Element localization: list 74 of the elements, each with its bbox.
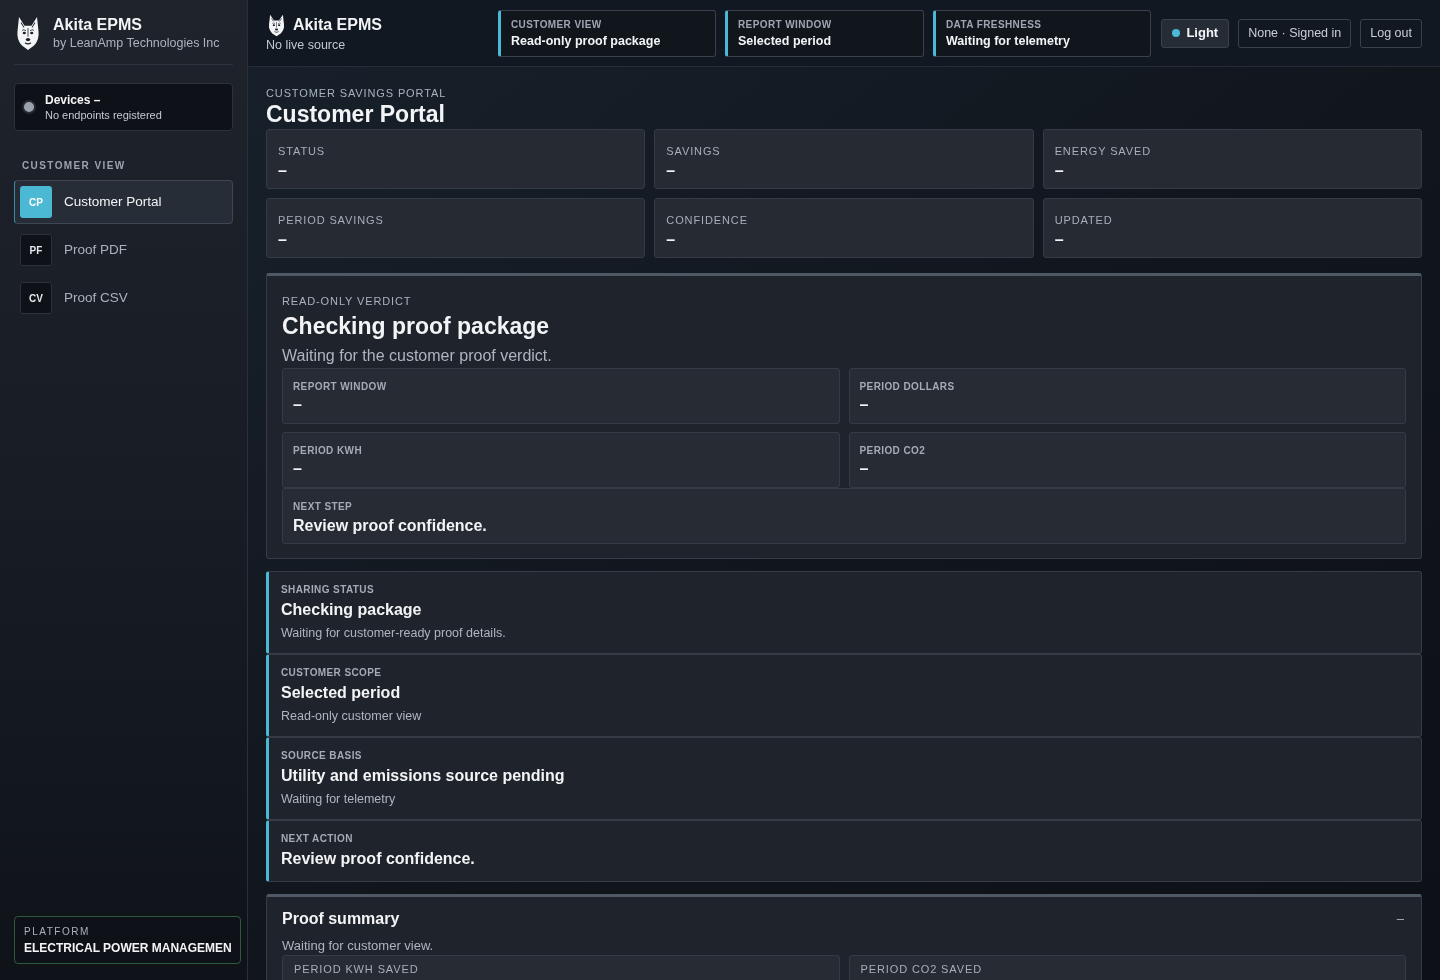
nav-badge: PF [20, 234, 52, 266]
brand-subtitle: by LeanAmp Technologies Inc [53, 35, 220, 51]
header-title: Akita EPMS [293, 15, 382, 35]
field-value: – [293, 395, 303, 415]
verdict-title: Checking proof package [282, 312, 551, 341]
field-label: PERIOD KWH SAVED [294, 963, 420, 975]
session-button[interactable]: None · Signed in [1238, 18, 1352, 48]
stat-label: SAVINGS [666, 144, 722, 158]
field-label: PERIOD CO2 SAVED [860, 963, 983, 975]
status-title: Review proof confidence. [281, 849, 476, 869]
field-value: – [293, 459, 303, 479]
nav-label: Customer Portal [64, 192, 162, 211]
status-detail: Read-only customer view [281, 708, 423, 724]
stat-value: – [666, 161, 677, 181]
nav-item[interactable]: CP Customer Portal [14, 180, 233, 224]
stat-label: STATUS [278, 144, 327, 158]
stat-label: ENERGY SAVED [1054, 144, 1152, 158]
summary-title: Proof summary [282, 909, 400, 929]
platform-value: ELECTRICAL POWER MANAGEMEN [24, 940, 233, 956]
stat-value: – [278, 230, 288, 250]
chip-value: Selected period [738, 32, 833, 49]
brand-title: Akita EPMS [53, 15, 143, 35]
devices-subtitle: No endpoints registered [45, 107, 162, 123]
stat-value: – [1054, 161, 1065, 181]
nav-item[interactable]: CV Proof CSV [14, 276, 233, 320]
stat-value: – [278, 161, 288, 181]
dog-head-icon [268, 13, 285, 37]
verdict-eyebrow: READ-ONLY VERDICT [282, 294, 413, 308]
verdict-description: Waiting for the customer proof verdict. [282, 346, 553, 366]
dog-head-icon [16, 15, 40, 51]
status-dot-icon [1172, 29, 1181, 37]
status-title: Utility and emissions source pending [281, 766, 566, 786]
stat-label: UPDATED [1054, 213, 1114, 227]
nav-label: Proof PDF [64, 240, 128, 259]
status-title: Selected period [281, 683, 402, 703]
chip-label: REPORT WINDOW [738, 17, 833, 31]
status-label: CUSTOMER SCOPE [281, 667, 383, 679]
status-dot-icon [22, 100, 36, 114]
field-label: PERIOD CO2 [859, 444, 927, 457]
stat-label: PERIOD SAVINGS [278, 213, 385, 227]
platform-label: PLATFORM [24, 924, 91, 938]
page-eyebrow: CUSTOMER SAVINGS PORTAL [266, 86, 448, 100]
chip-label: DATA FRESHNESS [946, 17, 1043, 31]
stat-value: – [666, 230, 677, 250]
logout-button[interactable]: Log out [1360, 18, 1422, 48]
field-label: PERIOD DOLLARS [859, 380, 956, 393]
header-subtitle: No live source [266, 36, 347, 53]
field-label: NEXT STEP [293, 500, 354, 513]
chip-label: CUSTOMER VIEW [511, 17, 603, 31]
status-title: Checking package [281, 600, 423, 620]
nav-label: Proof CSV [64, 288, 128, 307]
status-detail: Waiting for telemetry [281, 791, 397, 807]
field-label: REPORT WINDOW [293, 380, 388, 393]
stat-label: CONFIDENCE [666, 213, 749, 227]
nav-badge: CP [20, 186, 52, 218]
status-label: SOURCE BASIS [281, 750, 363, 762]
field-value: – [859, 395, 870, 415]
summary-description: Waiting for customer view. [282, 938, 435, 954]
status-label: NEXT ACTION [281, 833, 354, 845]
stat-value: – [1054, 230, 1065, 250]
nav-item[interactable]: PF Proof PDF [14, 228, 233, 272]
status-detail: Waiting for customer-ready proof details. [281, 625, 507, 641]
field-value: Review proof confidence. [293, 516, 488, 536]
field-value: – [859, 459, 870, 479]
theme-button[interactable]: Light [1161, 18, 1230, 48]
collapse-button[interactable]: – [1394, 911, 1406, 927]
status-label: SHARING STATUS [281, 584, 375, 596]
nav-badge: CV [20, 282, 52, 314]
page-title: Customer Portal [266, 100, 446, 129]
section-label: CUSTOMER VIEW [21, 160, 127, 172]
field-label: PERIOD KWH [293, 444, 363, 457]
devices-title: Devices – [45, 91, 102, 108]
chip-value: Waiting for telemetry [946, 32, 1071, 49]
chip-value: Read-only proof package [511, 32, 662, 49]
